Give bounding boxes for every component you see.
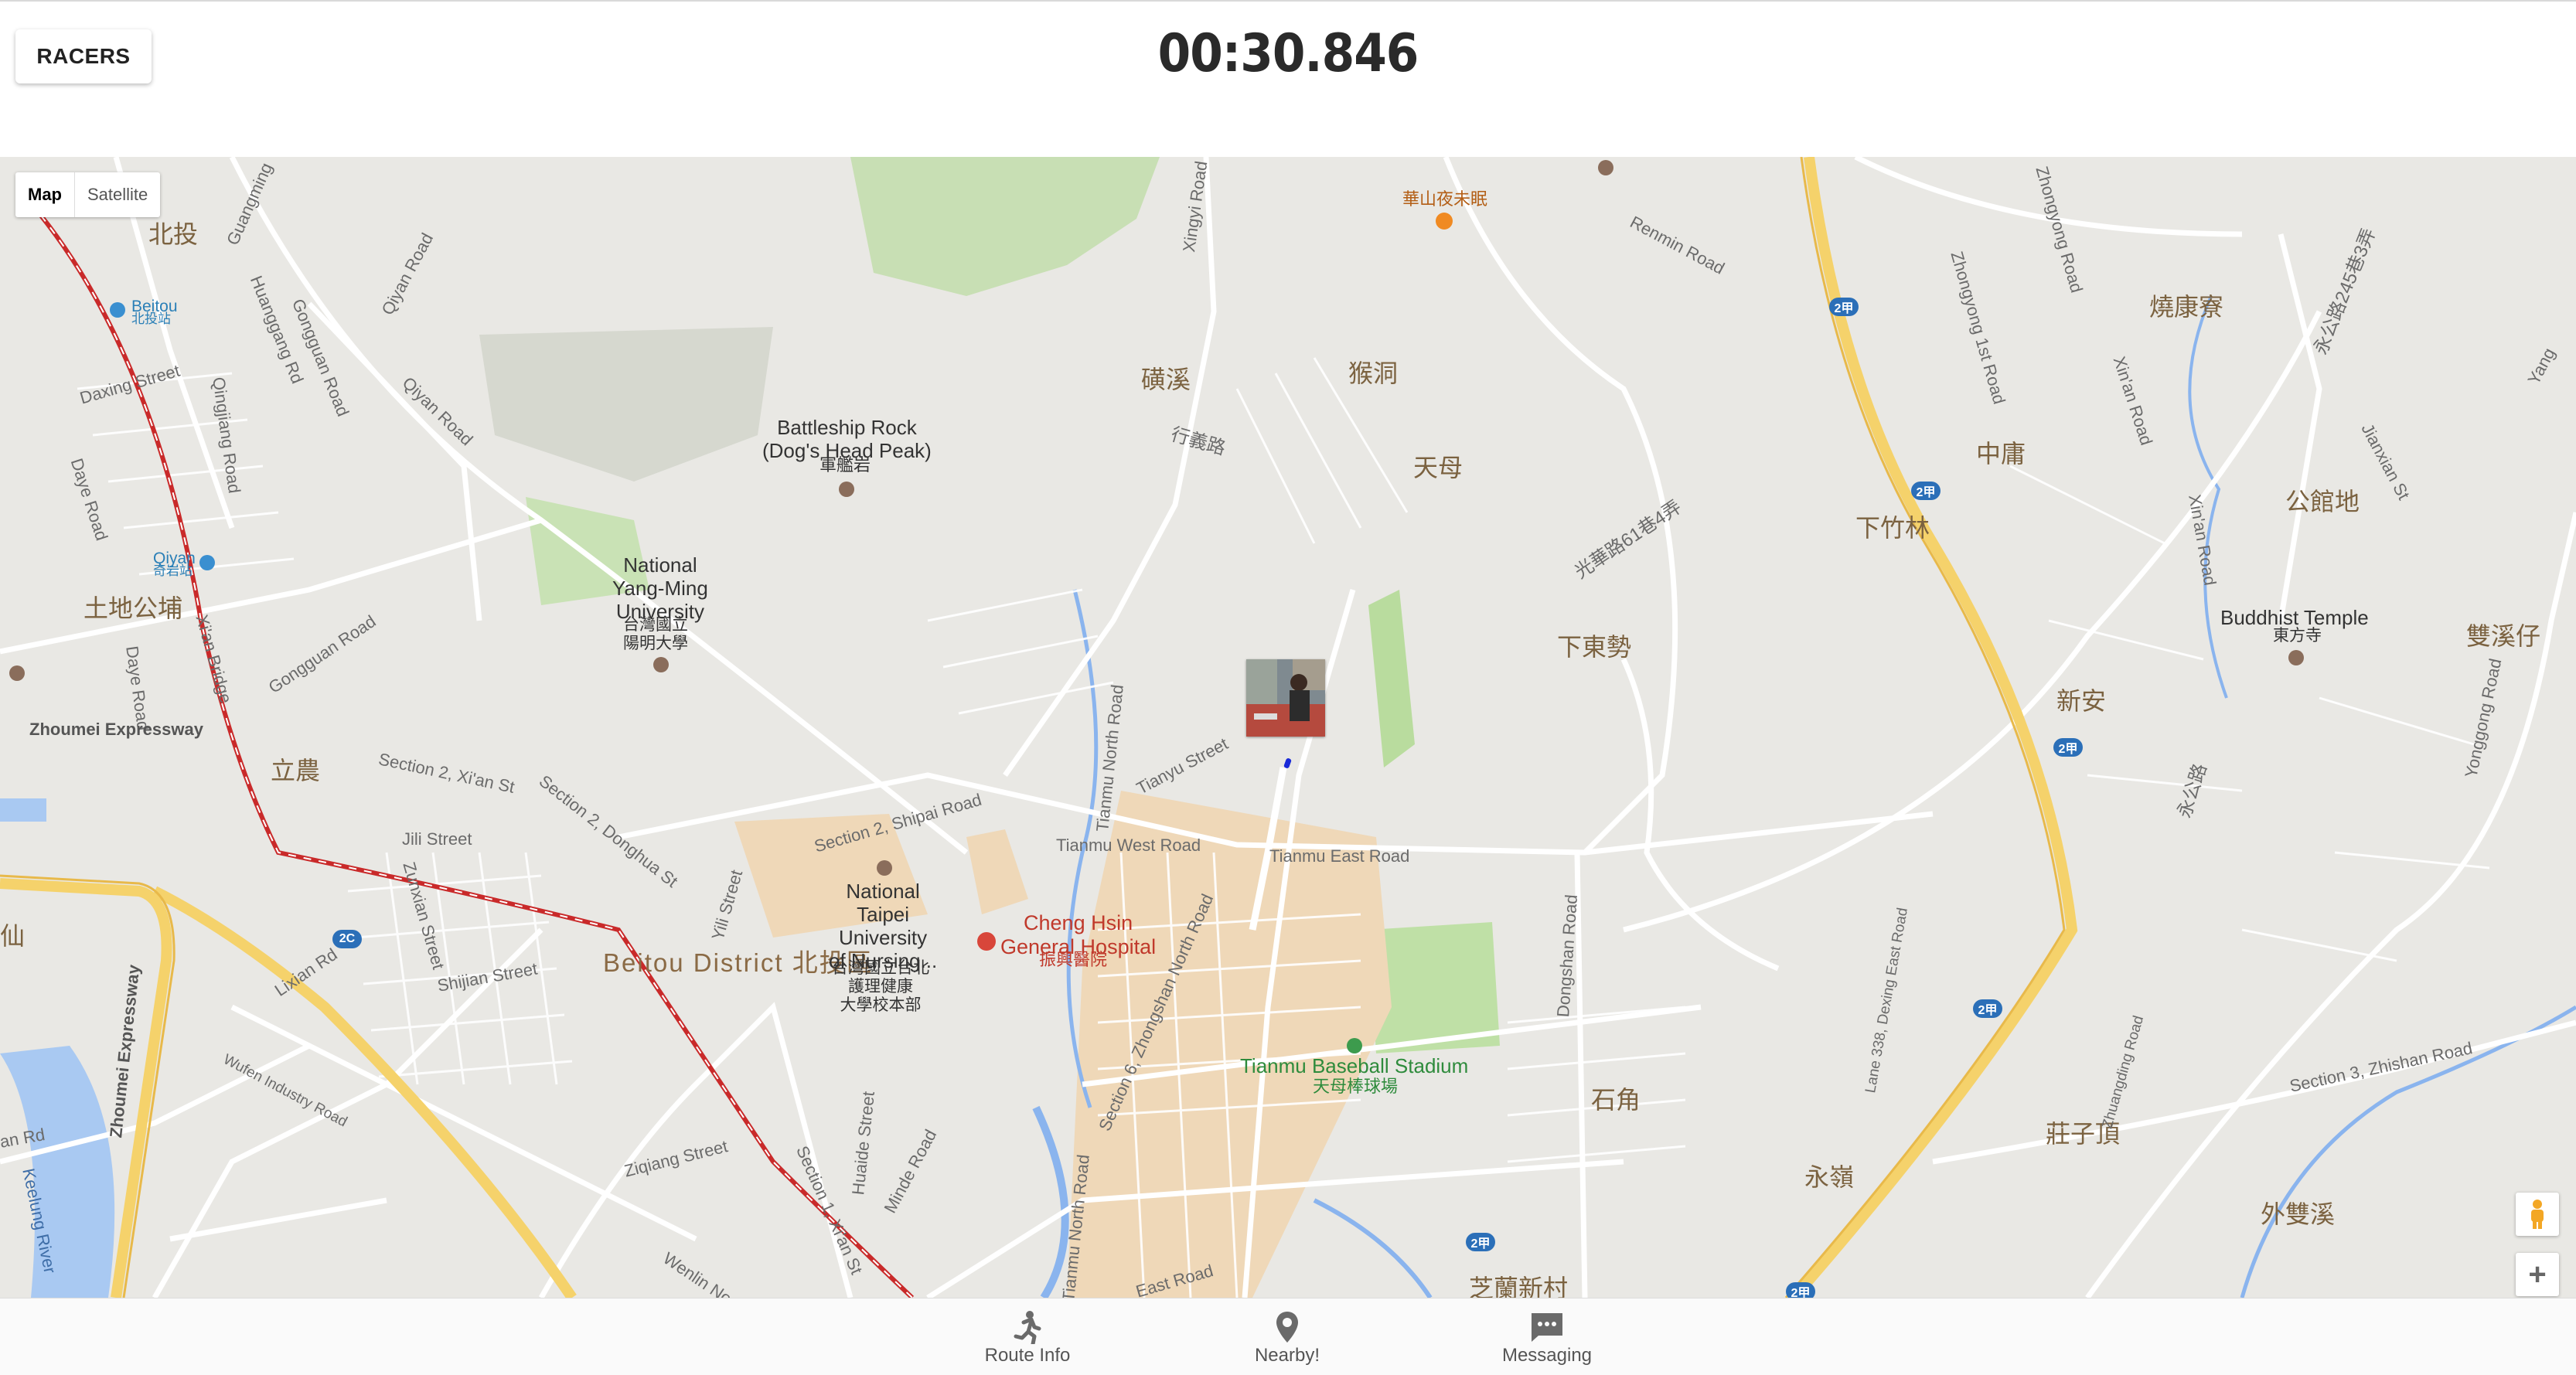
route-shield-4: 2甲 [1973,999,2002,1018]
runner-icon [954,1309,1101,1345]
bottom-navigation: Route Info Nearby! Messaging [0,1298,2576,1375]
place-huangxi: 磺溪 [1141,366,1191,393]
zoom-in-button[interactable]: + [2516,1253,2559,1296]
place-tianmu: 天母 [1413,454,1463,482]
ntunhs-marker [877,860,892,876]
poi-restaurant[interactable]: 華山夜未眠 [1402,189,1487,209]
racer-photo-marker[interactable] [1246,659,1325,737]
district-beitou-en: Beitou District [603,948,784,977]
nav-route-info-label: Route Info [984,1345,1071,1366]
west-marker [9,665,25,681]
urban-area-3 [966,829,1028,914]
place-shijiao: 石角 [1591,1086,1641,1114]
qiyan-station-marker [199,555,215,570]
poi-nursing-university-zh: 台灣國立台北 護理健康 大學校本部 [832,959,929,1015]
race-timer: 00:30.846 [1157,23,1419,84]
racer-avatar-icon [1246,659,1325,737]
map-type-control: Map Satellite [15,172,161,217]
map-type-map[interactable]: Map [15,172,74,217]
place-zhongyong: 中庸 [1976,440,2026,468]
restaurant-marker [1436,213,1453,230]
creek-1 [1032,1105,1069,1298]
place-zhilanxincun: 芝蘭新村 [1469,1275,1569,1298]
station-qiyan-zh: 奇岩站 [153,563,193,578]
ymu-marker [653,657,669,672]
road-tianmu-east: Tianmu East Road [1269,846,1410,866]
place-xiazhulin: 下竹林 [1855,514,1930,542]
road-zhoumei-1: Zhoumei Expressway [29,720,203,739]
map-view[interactable]: Map Satellite 北投 土地公埔 立農 仙 磺溪 猴洞 天母 下東勢 … [0,157,2576,1298]
nav-nearby[interactable]: Nearby! [1214,1309,1361,1366]
nav-messaging-label: Messaging [1501,1345,1593,1366]
pond [0,798,46,822]
route-shield-5: 2甲 [1466,1233,1495,1251]
road-tianmu-west: Tianmu West Road [1056,836,1201,855]
poi-cheng-hsin-hospital-zh: 振興醫院 [1039,950,1108,969]
place-xiadongshi: 下東勢 [1557,633,1632,661]
temple-marker [2288,650,2304,665]
place-tudigongpu: 土地公埔 [83,594,183,622]
place-waishuangxi: 外雙溪 [2261,1200,2336,1228]
route-shield-6: 2甲 [1786,1282,1815,1298]
place-xian: 仙 [0,922,26,950]
creek-5 [1313,1198,1433,1298]
school-marker [1598,160,1613,175]
road-jili: Jili Street [402,829,472,849]
place-xinan: 新安 [2056,687,2107,715]
place-beitou: 北投 [148,220,199,248]
route-shield-1: 2甲 [1829,298,1859,316]
chat-icon [1474,1309,1620,1345]
nav-route-info[interactable]: Route Info [954,1309,1101,1366]
station-beitou-zh: 北投站 [131,311,171,326]
urban-area-2 [1067,791,1392,1298]
poi-tianmu-stadium[interactable]: Tianmu Baseball Stadium [1240,1054,1468,1078]
nav-nearby-label: Nearby! [1254,1345,1320,1366]
top-bar: RACERS 00:30.846 [0,0,2576,157]
battleship-rock-marker [839,482,854,497]
mountain-area [479,327,773,482]
poi-yang-ming-university-zh: 台灣國立 陽明大學 [623,616,688,653]
location-pin-icon [1214,1309,1361,1345]
poi-buddhist-temple-zh: 東方寺 [2273,627,2322,645]
route-shield-2c: 2C [332,930,362,948]
place-houdong: 猴洞 [1348,359,1399,387]
route-shield-3: 2甲 [2053,738,2083,757]
nav-messaging[interactable]: Messaging [1474,1309,1620,1366]
green-area-north [850,157,1160,296]
place-shuangxizai: 雙溪仔 [2466,622,2541,650]
place-linong: 立農 [271,757,321,784]
green-strip [1368,590,1415,767]
poi-tianmu-stadium-zh: 天母棒球場 [1313,1077,1399,1096]
beitou-station-marker [110,302,125,318]
stadium-marker [1347,1038,1362,1053]
poi-battleship-rock-zh: 軍艦岩 [819,455,871,475]
hospital-marker [977,932,996,951]
place-shaokangliao: 燒康寮 [2149,293,2224,321]
route-shield-2: 2甲 [1911,482,1941,500]
poi-yang-ming-university[interactable]: National Yang-Ming University [612,553,708,624]
place-yongling: 永嶺 [1804,1163,1855,1191]
place-gongguandi: 公館地 [2285,488,2360,516]
street-view-pegman-icon[interactable] [2516,1193,2559,1236]
map-type-satellite[interactable]: Satellite [74,172,160,217]
